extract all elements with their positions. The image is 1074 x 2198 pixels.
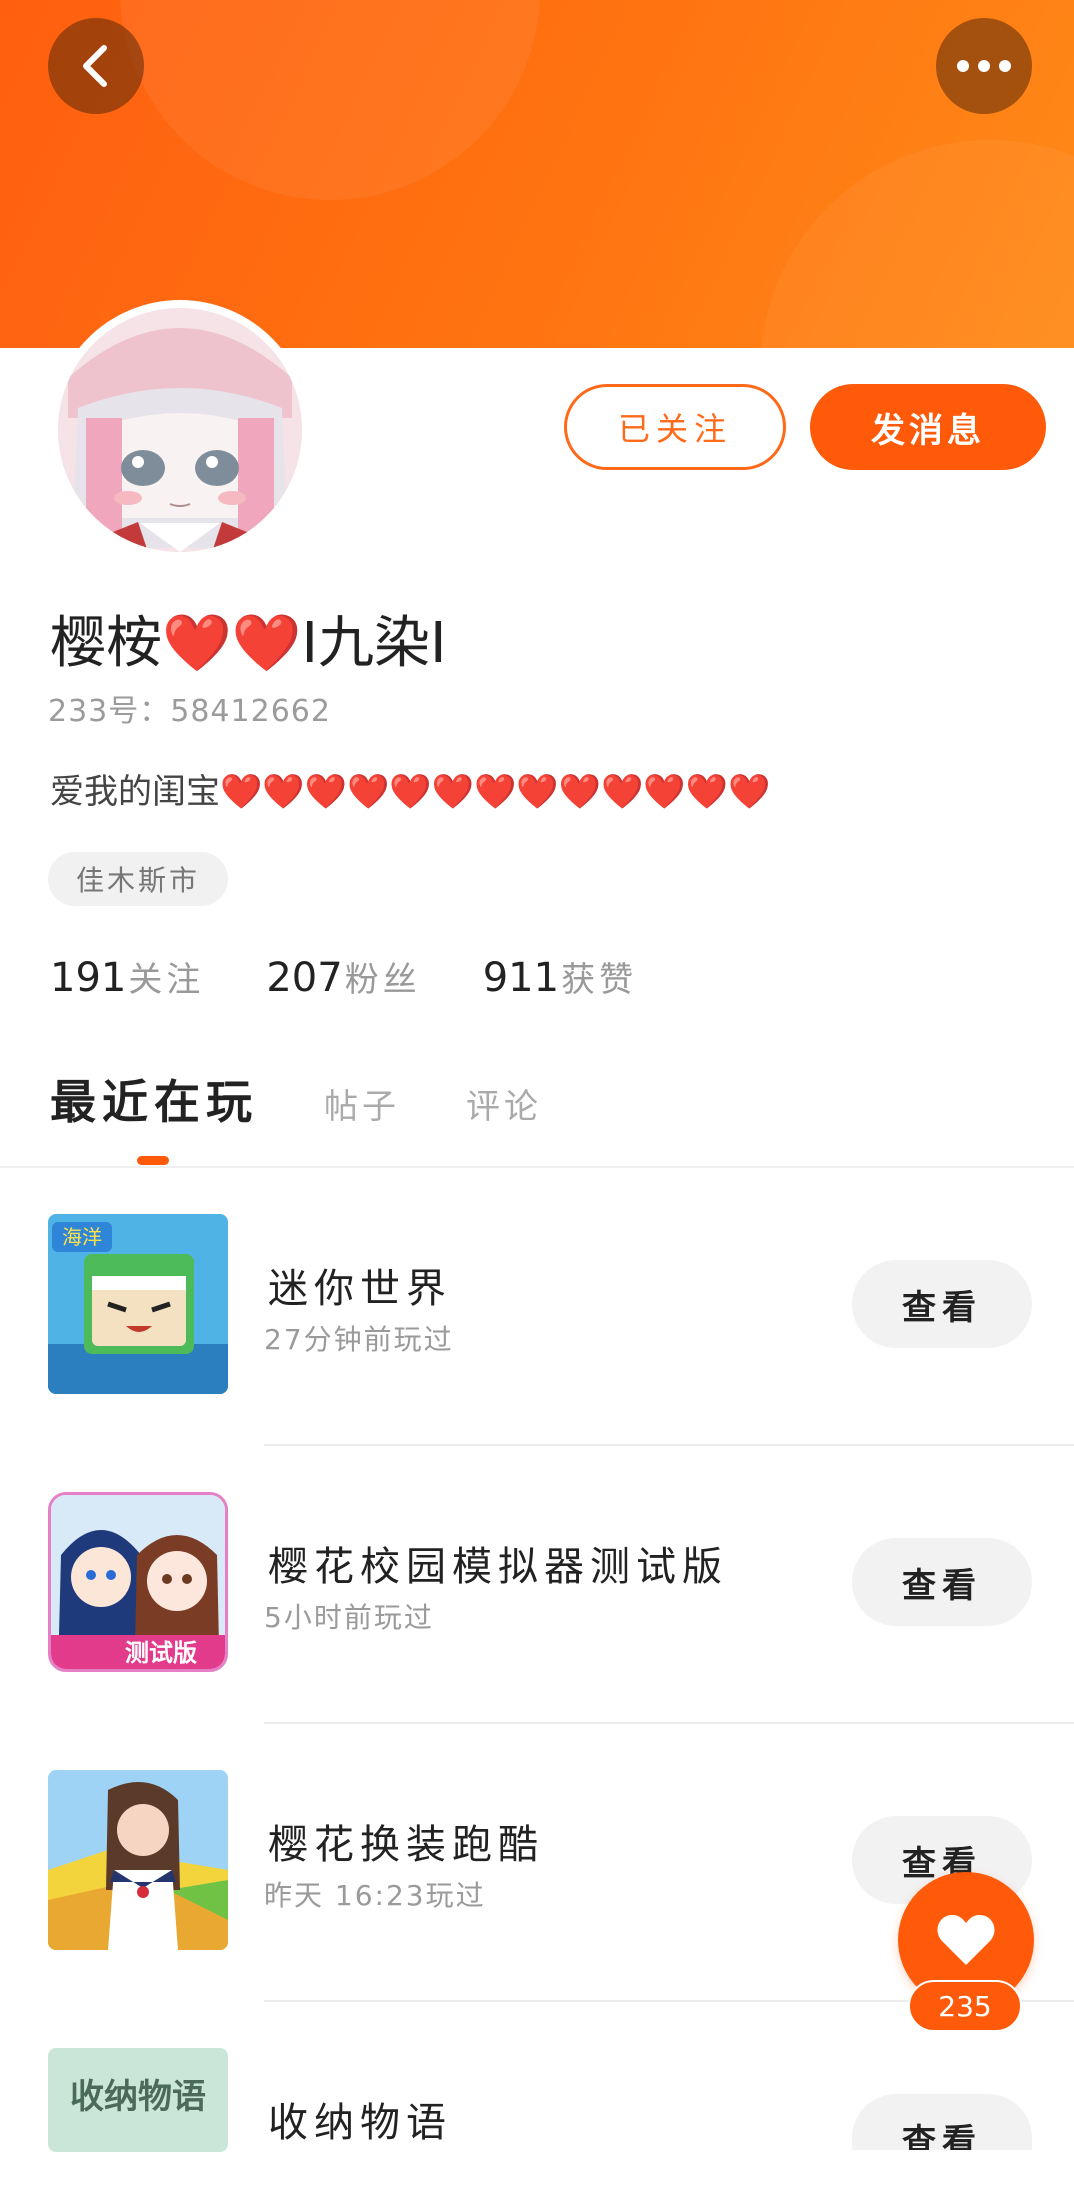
stat-likes-label: 获赞: [561, 960, 638, 1000]
more-dots-icon: [957, 60, 1011, 72]
nickname-suffix: I九染I: [301, 611, 447, 676]
game-thumbnail: 收纳物语: [48, 2048, 228, 2152]
game-played-time: 27分钟前玩过: [264, 1323, 454, 1356]
back-button[interactable]: [48, 18, 144, 114]
game-thumbnail: 测试版: [48, 1492, 228, 1672]
stat-following-count: 191: [50, 955, 127, 1001]
profile-nickname: 樱桉❤️❤️I九染I: [50, 598, 446, 679]
game-thumbnail: [48, 1770, 228, 1950]
like-count-badge: 235: [908, 1980, 1022, 2032]
tab-recently-played[interactable]: 最近在玩: [50, 1066, 258, 1132]
nickname-prefix: 樱桉: [50, 611, 162, 676]
stat-following[interactable]: 191关注: [50, 952, 204, 1001]
profile-stats: 191关注 207粉丝 911获赞: [50, 952, 637, 1001]
game-name: 樱花校园模拟器测试版: [268, 1544, 728, 1590]
stat-likes-count: 911: [482, 955, 560, 1001]
stat-followers-label: 粉丝: [344, 960, 421, 1000]
stat-followers[interactable]: 207粉丝: [266, 952, 420, 1001]
game-list-item[interactable]: 测试版 樱花校园模拟器测试版 5小时前玩过 查看: [0, 1492, 1074, 1770]
tab-comments[interactable]: 评论: [466, 1079, 542, 1128]
profile-signature: 爱我的闺宝❤️❤️❤️❤️❤️❤️❤️❤️❤️❤️❤️❤️❤️: [50, 764, 770, 813]
heart-icon: [937, 1914, 995, 1965]
signature-hearts: ❤️❤️❤️❤️❤️❤️❤️❤️❤️❤️❤️❤️❤️: [220, 772, 771, 812]
sakura-school-thumbnail-image: 测试版: [51, 1495, 225, 1669]
game-name: 收纳物语: [268, 2100, 452, 2146]
more-options-button[interactable]: [936, 18, 1032, 114]
game-name: 樱花换装跑酷: [268, 1822, 544, 1868]
avatar[interactable]: [58, 308, 302, 552]
sakura-thumb-text: 测试版: [125, 1639, 197, 1667]
avatar-image: [58, 308, 302, 552]
storage-story-thumbnail-image: 收纳物语: [48, 2048, 228, 2152]
nickname-hearts: ❤️❤️: [162, 611, 302, 676]
game-played-time: 5小时前玩过: [264, 1601, 434, 1634]
profile-tabs: 最近在玩 帖子 评论: [50, 1066, 608, 1132]
game-thumbnail: 海洋: [48, 1214, 228, 1394]
chevron-left-icon: [83, 45, 107, 87]
avatar-frame: [50, 300, 310, 560]
row-divider: [264, 1444, 1074, 1446]
storage-thumb-text: 收纳物语: [70, 2077, 206, 2117]
game-list-item[interactable]: 收纳物语 收纳物语 查看: [0, 2048, 1074, 2198]
view-game-button[interactable]: 查看: [852, 1260, 1032, 1348]
view-game-button[interactable]: 查看: [852, 1538, 1032, 1626]
mini-world-thumb-text: 海洋: [62, 1225, 102, 1249]
user-id: 233号：58412662: [48, 694, 331, 729]
view-game-button[interactable]: 查看: [852, 2094, 1032, 2150]
game-played-time: 昨天 16:23玩过: [264, 1879, 486, 1912]
stat-likes[interactable]: 911获赞: [483, 952, 637, 1001]
stat-following-label: 关注: [128, 960, 205, 1000]
followed-button[interactable]: 已关注: [564, 384, 786, 470]
stat-followers-count: 207: [266, 955, 343, 1001]
location-tag: 佳木斯市: [48, 852, 229, 906]
active-tab-indicator: [137, 1156, 169, 1165]
game-list-item[interactable]: 海洋 迷你世界 27分钟前玩过 查看: [0, 1214, 1074, 1492]
sakura-parkour-thumbnail-image: [48, 1770, 228, 1950]
game-name: 迷你世界: [268, 1266, 452, 1312]
tab-posts[interactable]: 帖子: [324, 1079, 400, 1128]
tabs-divider: [0, 1166, 1074, 1168]
mini-world-thumbnail-image: 海洋: [48, 1214, 228, 1394]
row-divider: [264, 1722, 1074, 1724]
profile-header-banner: [0, 0, 1074, 348]
signature-text: 爱我的闺宝: [50, 772, 220, 812]
send-message-button[interactable]: 发消息: [810, 384, 1046, 470]
profile-page: 已关注 发消息 樱桉❤️❤️I九染I 233号：58412662 爱我的闺宝❤️…: [0, 0, 1074, 2198]
